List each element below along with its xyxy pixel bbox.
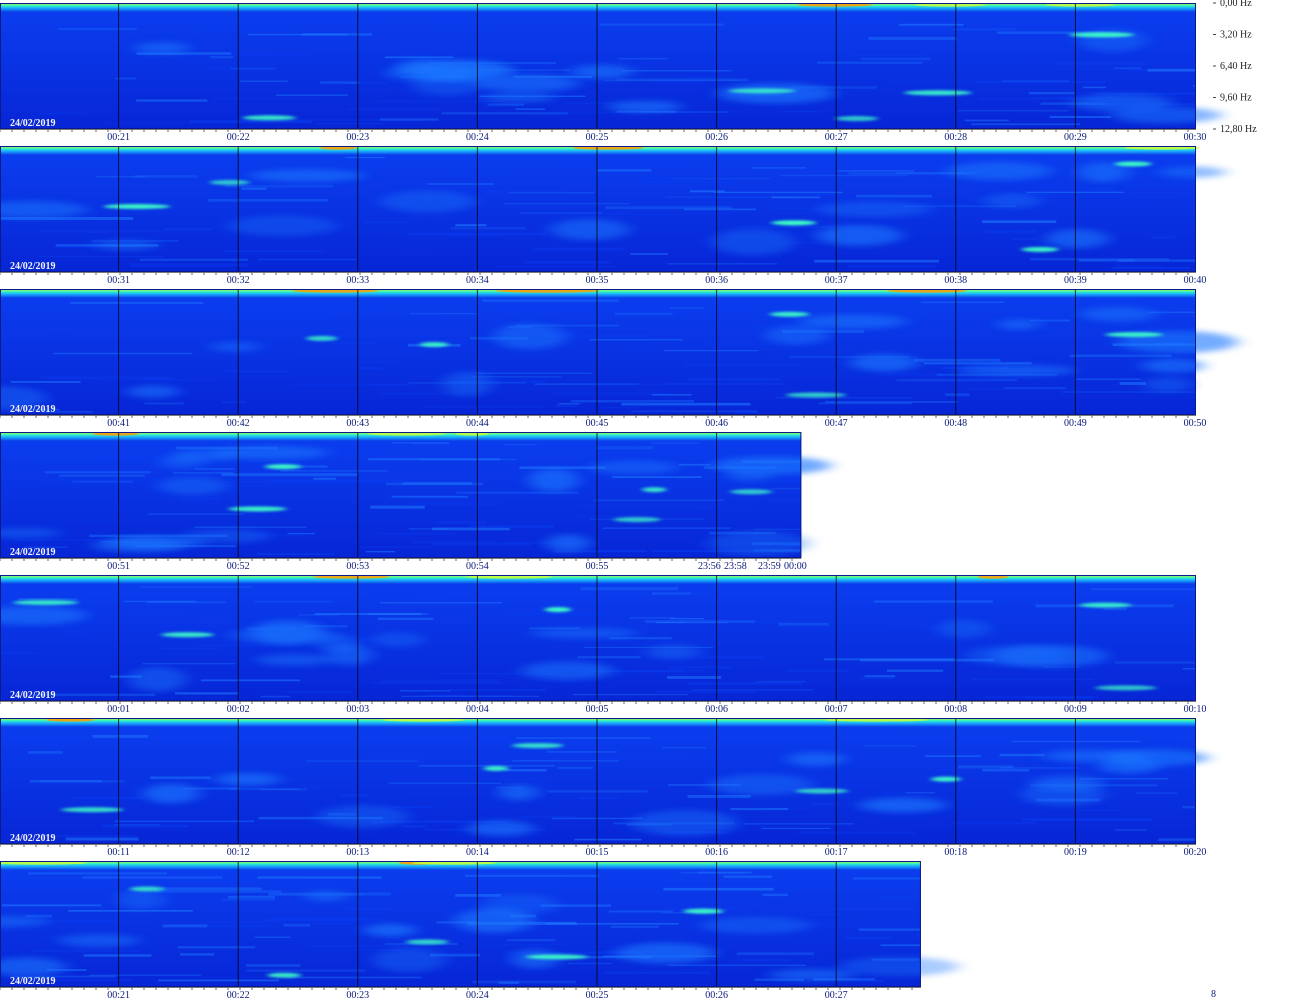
time-tick-label: 00:49: [1064, 418, 1087, 429]
time-tick-label: 00:39: [1064, 275, 1087, 286]
time-tick-label: 00:30: [1184, 132, 1207, 143]
row-date-label: 24/02/2019: [10, 118, 56, 129]
time-tick-label: 00:37: [825, 275, 848, 286]
time-tick-label: 00:33: [346, 275, 369, 286]
spectrogram-row: 24/02/2019 00:31 00:32 00:33 00:34 00:35 00:36…: [0, 146, 1226, 286]
time-tick-label: 00:20: [1184, 847, 1207, 858]
time-tick-label: 00:22: [227, 132, 250, 143]
row-date-label: 24/02/2019: [10, 833, 56, 844]
time-tick-label: 00:44: [466, 418, 489, 429]
low-frequency-band: [0, 718, 1196, 727]
time-tick-label: 00:10: [1184, 704, 1207, 715]
time-tick-label: 00:17: [825, 847, 848, 858]
time-tick-label: 00:00: [784, 561, 807, 572]
spectrogram-row: 24/02/2019 00:51 00:52 00:53 00:54 00:55 23:56…: [0, 432, 831, 572]
time-tick-label: 00:27: [825, 132, 848, 143]
time-tick-label: 00:51: [107, 561, 130, 572]
time-tick-label: 00:02: [227, 704, 250, 715]
time-tick-label: 00:35: [586, 275, 609, 286]
time-tick-label: 23:56: [698, 561, 721, 572]
time-tick-label: 00:15: [586, 847, 609, 858]
time-tick-label: 00:53: [346, 561, 369, 572]
time-tick-label: 00:13: [346, 847, 369, 858]
time-tick-label: 00:24: [466, 132, 489, 143]
time-tick-label: 00:22: [227, 990, 250, 1001]
time-tick-label: 00:55: [586, 561, 609, 572]
spectrogram-row: 24/02/2019 00:41 00:42 00:43 00:44 00:45 00:46…: [0, 289, 1238, 429]
spectrogram-chart: 24/02/2019 00:21 00:22 00:23 00:24 00:25 00:26…: [0, 0, 1257, 1001]
time-tick-label: 00:38: [944, 275, 967, 286]
time-tick-label: 00:28: [944, 132, 967, 143]
time-tick-label: 00:09: [1064, 704, 1087, 715]
time-tick-label: 00:27: [825, 990, 848, 1001]
spectrogram-row: 24/02/2019 00:01 00:02 00:03 00:04 00:05 00:06…: [0, 575, 1206, 715]
time-tick-label: 00:36: [705, 275, 728, 286]
spectrogram-row: 24/02/2019 00:11 00:12 00:13 00:14 00:15 00:16…: [0, 718, 1209, 858]
time-tick-label: 00:50: [1184, 418, 1207, 429]
time-tick-label: 00:12: [227, 847, 250, 858]
time-tick-label: 00:25: [586, 132, 609, 143]
time-tick-label: 23:59: [758, 561, 781, 572]
time-tick-label: 00:05: [586, 704, 609, 715]
time-tick-label: 00:43: [346, 418, 369, 429]
time-tick-label: 00:21: [107, 990, 130, 1001]
time-tick-label: 00:18: [944, 847, 967, 858]
corner-mark: 8: [1211, 989, 1216, 1000]
time-tick-label: 00:19: [1064, 847, 1087, 858]
low-frequency-band: [0, 575, 1196, 584]
time-tick-label: 00:06: [705, 704, 728, 715]
frequency-tick-label: 12,80 Hz: [1220, 124, 1257, 135]
time-tick-label: 00:24: [466, 990, 489, 1001]
time-tick-label: 00:52: [227, 561, 250, 572]
time-tick-label: 00:41: [107, 418, 130, 429]
time-tick-label: 00:23: [346, 132, 369, 143]
row-date-label: 24/02/2019: [10, 547, 56, 558]
time-tick-label: 00:04: [466, 704, 489, 715]
frequency-tick-label: 3,20 Hz: [1220, 30, 1252, 41]
time-tick-label: 23:58: [724, 561, 747, 572]
time-tick-label: 00:31: [107, 275, 130, 286]
time-tick-label: 00:03: [346, 704, 369, 715]
time-tick-label: 00:32: [227, 275, 250, 286]
time-tick-label: 00:01: [107, 704, 130, 715]
time-tick-label: 00:11: [107, 847, 129, 858]
time-tick-label: 00:47: [825, 418, 848, 429]
frequency-tick-label: 0,00 Hz: [1220, 0, 1252, 9]
row-date-label: 24/02/2019: [10, 261, 56, 272]
row-date-label: 24/02/2019: [10, 690, 56, 701]
time-tick-label: 00:46: [705, 418, 728, 429]
time-tick-label: 00:26: [705, 990, 728, 1001]
time-tick-label: 00:16: [705, 847, 728, 858]
time-tick-label: 00:29: [1064, 132, 1087, 143]
time-tick-label: 00:54: [466, 561, 489, 572]
low-frequency-band: [0, 3, 1196, 12]
spectrogram-panel: [0, 289, 1196, 415]
time-tick-label: 00:21: [107, 132, 130, 143]
time-tick-label: 00:48: [944, 418, 967, 429]
row-date-label: 24/02/2019: [10, 976, 56, 987]
row-date-label: 24/02/2019: [10, 404, 56, 415]
time-tick-label: 00:45: [586, 418, 609, 429]
spectrogram-row: 24/02/2019 00:21 00:22 00:23 00:24 00:25 00:26…: [0, 3, 1222, 143]
low-frequency-band: [0, 289, 1196, 298]
time-tick-label: 00:14: [466, 847, 489, 858]
frequency-tick-label: 6,40 Hz: [1220, 61, 1252, 72]
time-tick-label: 00:42: [227, 418, 250, 429]
time-tick-label: 00:25: [586, 990, 609, 1001]
time-tick-label: 00:34: [466, 275, 489, 286]
time-tick-label: 00:07: [825, 704, 848, 715]
frequency-tick-label: 9,60 Hz: [1220, 93, 1252, 104]
spectrogram-row: 24/02/2019 00:21 00:22 00:23 00:24 00:25 00:26…: [0, 861, 959, 1001]
time-tick-label: 00:26: [705, 132, 728, 143]
time-tick-label: 00:08: [944, 704, 967, 715]
time-tick-label: 00:23: [346, 990, 369, 1001]
time-tick-label: 00:40: [1184, 275, 1207, 286]
